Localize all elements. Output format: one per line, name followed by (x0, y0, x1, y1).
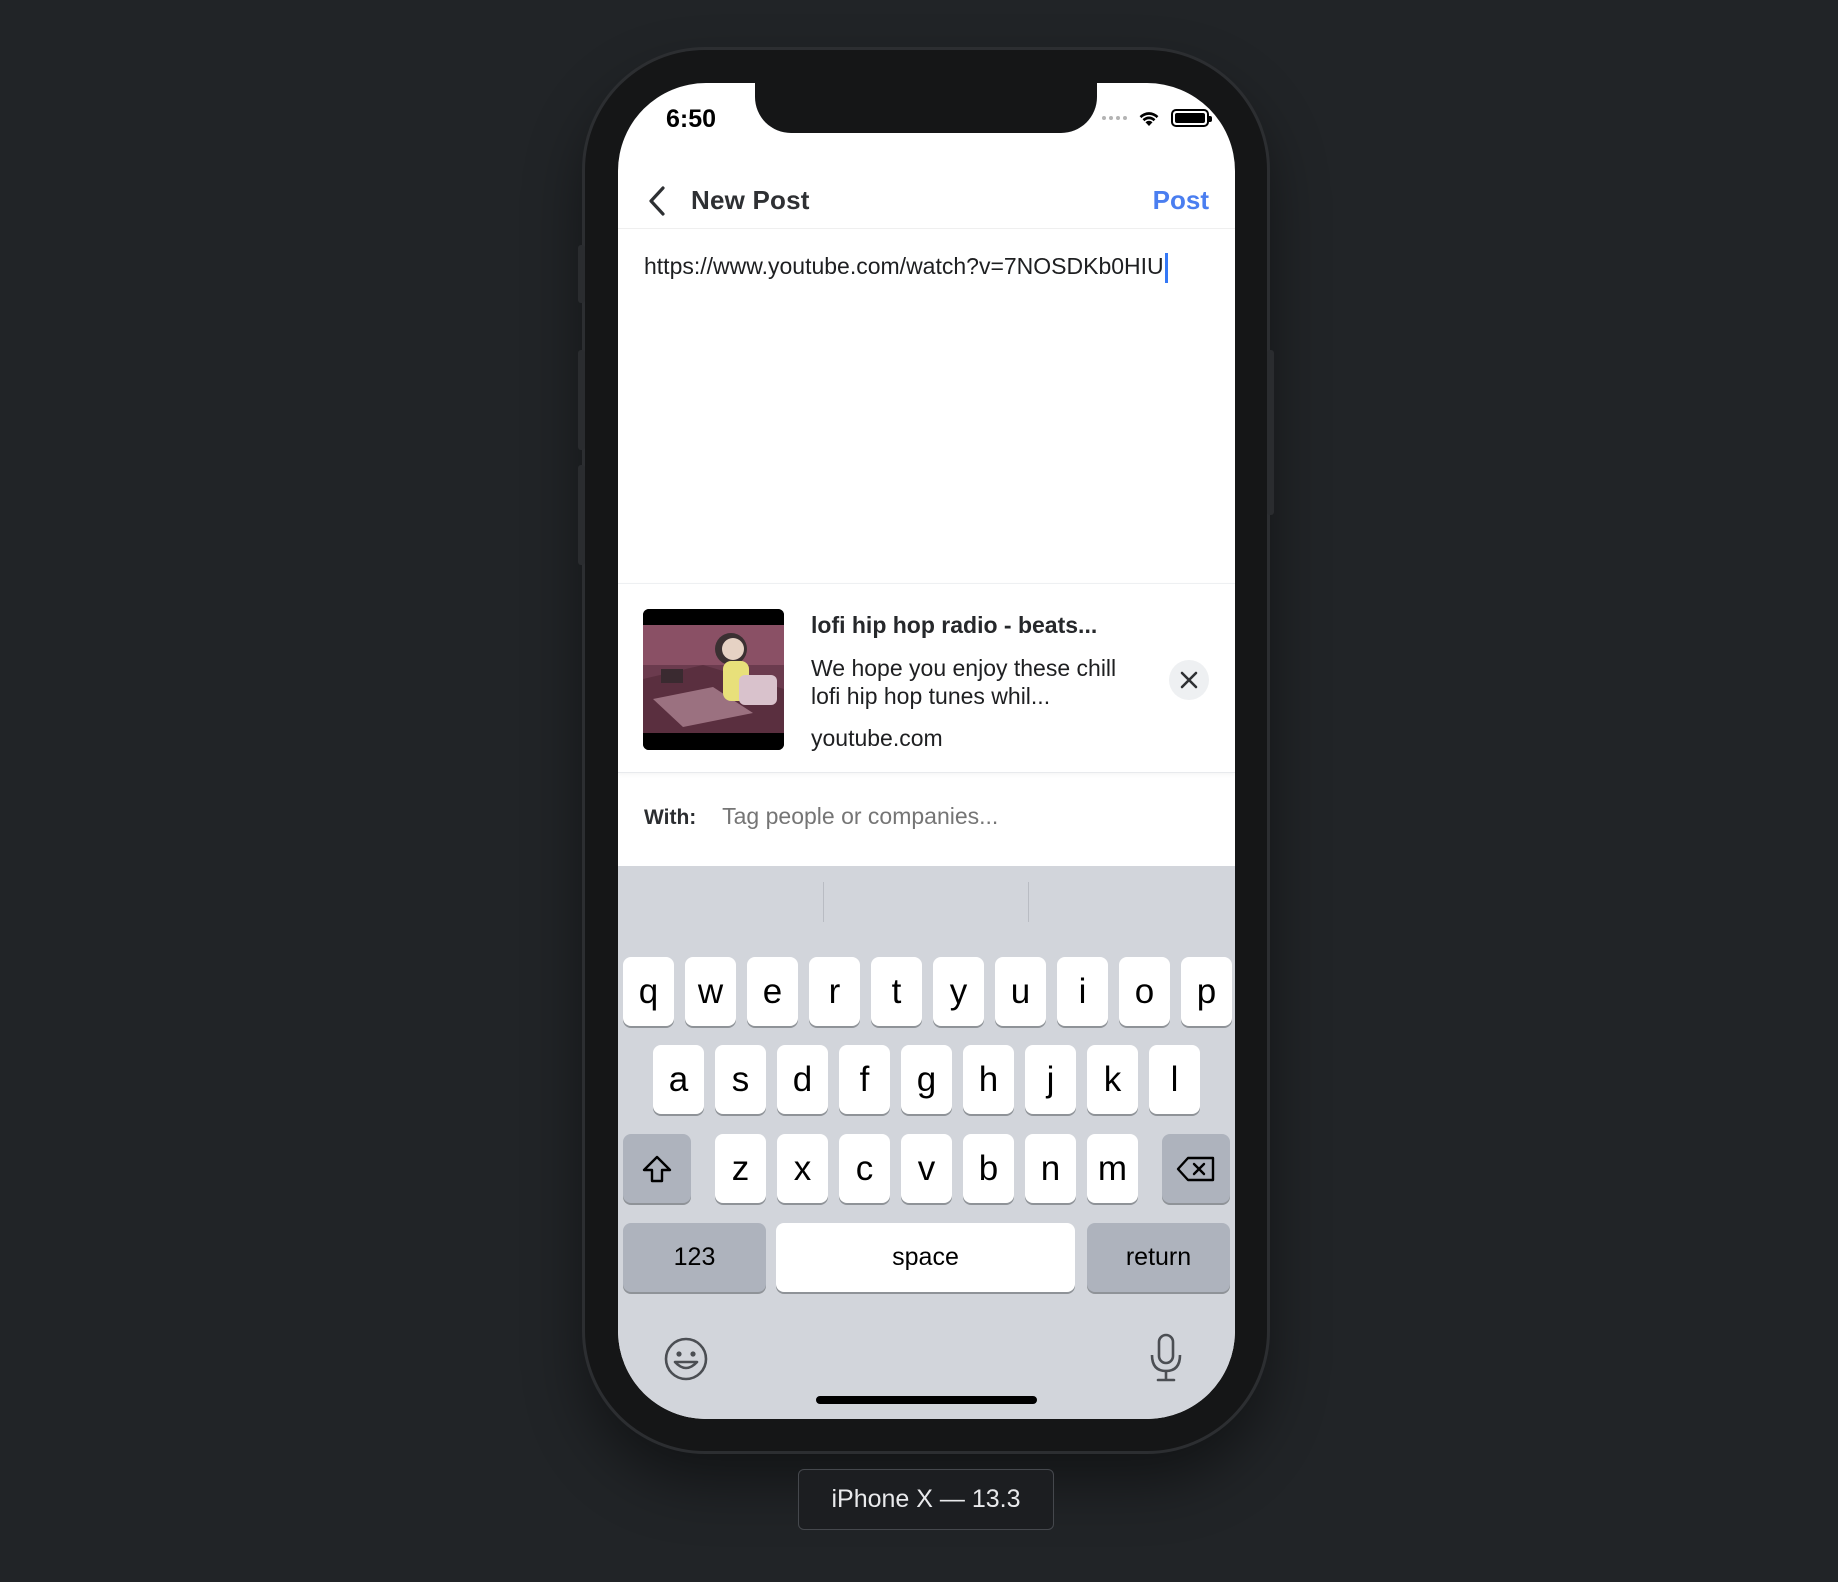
key-c[interactable]: c (839, 1134, 890, 1203)
shift-icon (642, 1155, 672, 1182)
numbers-key[interactable]: 123 (623, 1223, 766, 1292)
link-preview-card[interactable]: lofi hip hop radio - beats... We hope yo… (618, 583, 1235, 773)
post-text-input[interactable]: https://www.youtube.com/watch?v=7NOSDKb0… (644, 253, 1214, 283)
space-key[interactable]: space (776, 1223, 1075, 1292)
battery-icon (1171, 109, 1212, 127)
microphone-icon (1150, 1333, 1182, 1382)
key-h[interactable]: h (963, 1045, 1014, 1114)
dictation-button[interactable] (1138, 1329, 1194, 1387)
volume-down-button (578, 465, 585, 565)
key-o[interactable]: o (1119, 957, 1170, 1026)
shift-key[interactable] (623, 1134, 691, 1203)
preview-description: We hope you enjoy these chill lofi hip h… (811, 655, 1117, 709)
key-u[interactable]: u (995, 957, 1046, 1026)
power-button (1267, 350, 1274, 515)
key-n[interactable]: n (1025, 1134, 1076, 1203)
volume-up-button (578, 350, 585, 450)
key-p[interactable]: p (1181, 957, 1232, 1026)
suggestion-divider (1028, 882, 1029, 922)
preview-title: lofi hip hop radio - beats... (811, 612, 1098, 638)
tag-people-input[interactable] (722, 803, 1103, 830)
key-b[interactable]: b (963, 1134, 1014, 1203)
remove-preview-button[interactable] (1169, 660, 1209, 700)
key-z[interactable]: z (715, 1134, 766, 1203)
home-indicator[interactable] (816, 1396, 1037, 1404)
key-e[interactable]: e (747, 957, 798, 1026)
key-x[interactable]: x (777, 1134, 828, 1203)
return-key[interactable]: return (1087, 1223, 1230, 1292)
key-v[interactable]: v (901, 1134, 952, 1203)
emoji-icon (664, 1337, 708, 1381)
chevron-left-icon (649, 186, 665, 216)
suggestion-divider (823, 882, 824, 922)
wifi-icon (1139, 112, 1159, 126)
key-q[interactable]: q (623, 957, 674, 1026)
backspace-icon (1176, 1156, 1215, 1181)
key-y[interactable]: y (933, 957, 984, 1026)
key-r[interactable]: r (809, 957, 860, 1026)
mute-switch (578, 245, 585, 303)
key-f[interactable]: f (839, 1045, 890, 1114)
key-k[interactable]: k (1087, 1045, 1138, 1114)
suggestion-bar[interactable] (618, 866, 1235, 938)
text-caret (1164, 253, 1168, 283)
back-button[interactable] (640, 181, 674, 221)
delete-key[interactable] (1162, 1134, 1230, 1203)
key-m[interactable]: m (1087, 1134, 1138, 1203)
key-g[interactable]: g (901, 1045, 952, 1114)
status-time: 6:50 (666, 105, 717, 133)
post-button[interactable]: Post (1153, 185, 1209, 216)
cellular-signal-icon (1102, 116, 1127, 120)
key-a[interactable]: a (653, 1045, 704, 1114)
key-w[interactable]: w (685, 957, 736, 1026)
key-j[interactable]: j (1025, 1045, 1076, 1114)
key-d[interactable]: d (777, 1045, 828, 1114)
key-i[interactable]: i (1057, 957, 1108, 1026)
nav-bar: New Post Post (618, 173, 1235, 229)
keyboard: q w e r t y u i o p a s d f g h j k l z … (618, 866, 1235, 1419)
phone-screen: 6:50 New Post Post https://www.youtube.c… (618, 83, 1235, 1419)
key-s[interactable]: s (715, 1045, 766, 1114)
close-icon (1180, 671, 1198, 689)
video-thumbnail (643, 609, 784, 750)
key-t[interactable]: t (871, 957, 922, 1026)
post-text-value: https://www.youtube.com/watch?v=7NOSDKb0… (644, 253, 1164, 280)
with-label: With: (644, 806, 697, 829)
device-label: iPhone X — 13.3 (798, 1469, 1054, 1530)
status-icons (1102, 109, 1212, 127)
notch (755, 83, 1097, 133)
emoji-button[interactable] (658, 1331, 714, 1387)
page-title: New Post (691, 185, 810, 215)
preview-domain: youtube.com (811, 725, 943, 751)
key-l[interactable]: l (1149, 1045, 1200, 1114)
tag-row: With: (644, 803, 1103, 830)
